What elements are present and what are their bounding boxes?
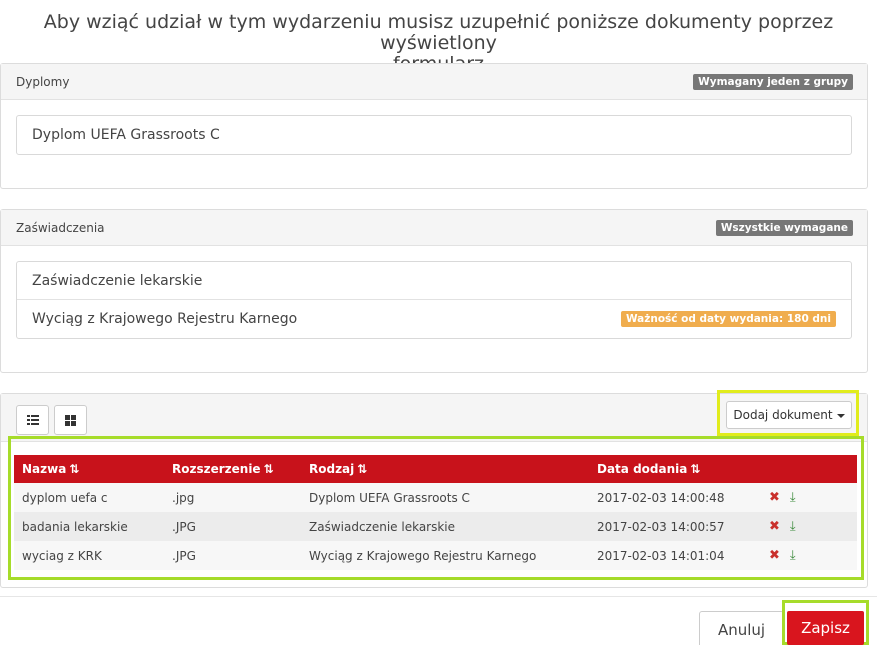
list-item[interactable]: Zaświadczenie lekarskie [17, 262, 851, 300]
sort-icon: ⇅ [263, 462, 274, 476]
table-row: badania lekarskie .JPG Zaświadczenie lek… [14, 512, 857, 541]
list-item-label: Dyplom UEFA Grassroots C [32, 127, 220, 143]
save-button-highlight: Zapisz [782, 600, 869, 645]
cell-extension: .jpg [172, 490, 195, 505]
cell-type: Zaświadczenie lekarskie [309, 519, 456, 534]
diplomas-requirement-badge: Wymagany jeden z grupy [693, 74, 853, 90]
list-item[interactable]: Wyciąg z Krajowego Rejestru Karnego Ważn… [17, 300, 851, 338]
diplomas-panel: Dyplomy Wymagany jeden z grupy Dyplom UE… [0, 63, 868, 189]
validity-badge: Ważność od daty wydania: 180 dni [620, 311, 836, 327]
cell-type: Dyplom UEFA Grassroots C [309, 490, 470, 505]
delete-icon[interactable]: ✖ [769, 490, 780, 505]
cell-actions: ✖ ⤓ [761, 512, 857, 541]
cell-name: dyplom uefa c [22, 490, 108, 505]
cell-name: badania lekarskie [22, 519, 128, 534]
list-item-label: Zaświadczenie lekarskie [32, 273, 203, 289]
table-header-row: Nazwa ⇅ Rozszerzenie ⇅ Rodzaj ⇅ Data dodani… [14, 455, 857, 483]
column-header-actions [761, 455, 857, 483]
diplomas-panel-title: Dyplomy [16, 75, 70, 89]
certificates-panel-title: Zaświadczenia [16, 221, 105, 235]
grid-view-icon [65, 414, 76, 426]
add-document-highlight: Dodaj dokument [717, 390, 859, 436]
cancel-button[interactable]: Anuluj [699, 611, 784, 645]
column-header-name[interactable]: Nazwa ⇅ [14, 455, 164, 483]
certificates-panel-header: Zaświadczenia Wszystkie wymagane [1, 210, 867, 246]
download-icon[interactable]: ⤓ [790, 490, 796, 505]
certificates-list: Zaświadczenie lekarskie Wyciąg z Krajowe… [16, 261, 852, 339]
caret-down-icon [836, 413, 845, 418]
cell-extension: .JPG [172, 519, 196, 534]
list-view-icon [26, 415, 39, 425]
cell-actions: ✖ ⤓ [761, 483, 857, 512]
grid-view-button[interactable] [54, 405, 87, 435]
cell-extension: .JPG [172, 548, 196, 563]
certificates-requirement-badge: Wszystkie wymagane [715, 220, 853, 236]
column-header-date[interactable]: Data dodania ⇅ [589, 455, 761, 483]
diplomas-panel-header: Dyplomy Wymagany jeden z grupy [1, 64, 867, 100]
page-heading-line1: Aby wziąć udział w tym wydarzeniu musisz… [43, 11, 834, 54]
sort-icon: ⇅ [690, 462, 701, 476]
footer-divider [0, 596, 877, 597]
certificates-panel: Zaświadczenia Wszystkie wymagane Zaświad… [0, 209, 868, 373]
cell-type: Wyciąg z Krajowego Rejestru Karnego [309, 548, 537, 563]
download-icon[interactable]: ⤓ [790, 519, 796, 534]
add-document-button[interactable]: Dodaj dokument [726, 401, 852, 429]
add-document-label: Dodaj dokument [733, 408, 833, 422]
cell-date: 2017-02-03 14:01:04 [597, 548, 725, 563]
files-table: Nazwa ⇅ Rozszerzenie ⇅ Rodzaj ⇅ Data dodani… [14, 455, 857, 570]
cell-date: 2017-02-03 14:00:57 [597, 519, 725, 534]
list-item[interactable]: Dyplom UEFA Grassroots C [17, 116, 851, 154]
table-row: wyciag z KRK .JPG Wyciąg z Krajowego Rej… [14, 541, 857, 570]
cell-name: wyciag z KRK [22, 548, 102, 563]
list-item-label: Wyciąg z Krajowego Rejestru Karnego [32, 311, 298, 327]
cell-date: 2017-02-03 14:00:48 [597, 490, 725, 505]
save-button[interactable]: Zapisz [787, 611, 864, 645]
download-icon[interactable]: ⤓ [790, 548, 796, 563]
sort-icon: ⇅ [69, 462, 80, 476]
column-header-extension[interactable]: Rozszerzenie ⇅ [164, 455, 301, 483]
table-row: dyplom uefa c .jpg Dyplom UEFA Grassroot… [14, 483, 857, 512]
delete-icon[interactable]: ✖ [769, 519, 780, 534]
column-header-type[interactable]: Rodzaj ⇅ [301, 455, 589, 483]
diplomas-list: Dyplom UEFA Grassroots C [16, 115, 852, 155]
delete-icon[interactable]: ✖ [769, 548, 780, 563]
cell-actions: ✖ ⤓ [761, 541, 857, 570]
sort-icon: ⇅ [357, 462, 368, 476]
list-view-button[interactable] [16, 405, 49, 435]
